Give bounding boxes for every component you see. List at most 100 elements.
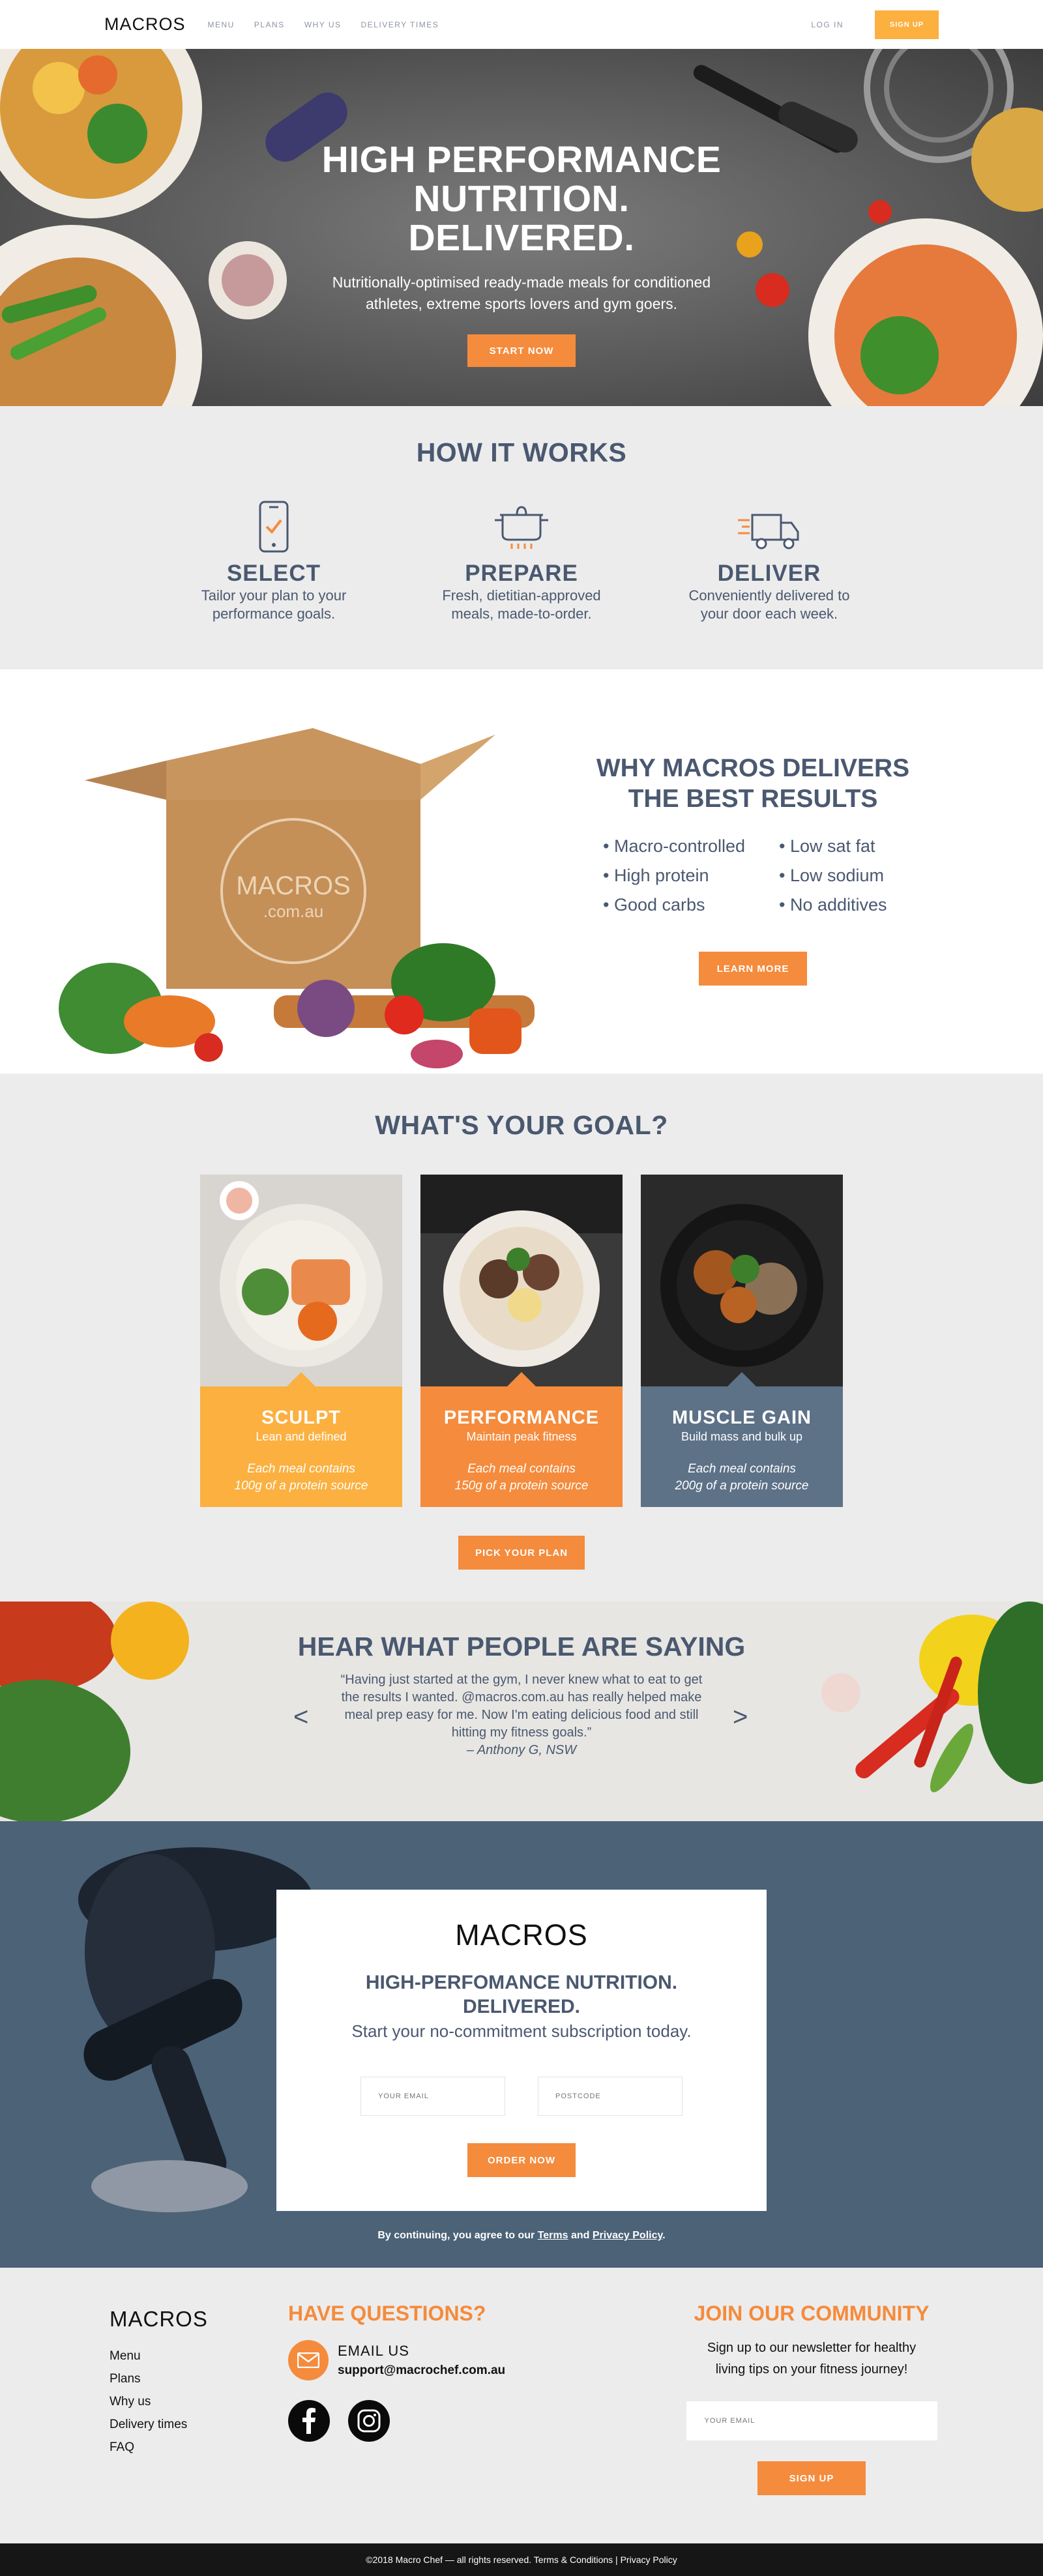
goal-card-title: SCULPT <box>261 1407 341 1428</box>
benefit-item: • No additives <box>779 895 887 915</box>
signup-button[interactable]: SIGN UP <box>875 10 939 39</box>
learn-more-button[interactable]: LEARN MORE <box>699 952 807 986</box>
step-select: SELECT Tailor your plan to your performan… <box>169 494 378 623</box>
terms-link[interactable]: Terms <box>538 2230 568 2241</box>
email-us-row[interactable]: EMAIL US support@macrochef.com.au <box>288 2340 505 2380</box>
step-desc: Conveniently delivered to your door each … <box>665 587 874 623</box>
goal-card-subtitle: Maintain peak fitness <box>466 1430 577 1443</box>
login-link[interactable]: LOG IN <box>811 20 844 29</box>
instagram-icon[interactable] <box>348 2400 390 2442</box>
step-title: SELECT <box>226 561 321 586</box>
hero-section: HIGH PERFORMANCE NUTRITION. DELIVERED. N… <box>0 49 1043 406</box>
step-desc-line: Conveniently delivered to <box>688 587 850 604</box>
benefit-label: Low sodium <box>789 866 885 885</box>
goal-card-desc-line: Each meal contains <box>688 1462 796 1476</box>
box-brand: MACROS <box>236 871 351 900</box>
email-input[interactable] <box>360 2077 505 2116</box>
footer-newsletter: JOIN OUR COMMUNITY Sign up to our newsle… <box>684 2302 939 2495</box>
footer-links: Menu Plans Why us Delivery times FAQ <box>110 2345 208 2459</box>
cta-subtitle: Start your no-commitment subscription to… <box>351 2021 692 2041</box>
footer-link-faq[interactable]: FAQ <box>110 2436 208 2459</box>
goal-card-desc-line: 150g of a protein source <box>454 1479 589 1493</box>
step-title: DELIVER <box>717 561 821 586</box>
phone-check-icon <box>169 494 378 553</box>
testimonial-section: HEAR WHAT PEOPLE ARE SAYING “Having just… <box>0 1602 1043 1821</box>
nav-link-plans[interactable]: PLANS <box>254 20 285 29</box>
nav-link-why-us[interactable]: WHY US <box>304 20 342 29</box>
why-macros-title: WHY MACROS DELIVERS THE BEST RESULTS <box>574 753 932 814</box>
hero-subtitle-line: Nutritionally-optimised ready-made meals… <box>332 274 711 291</box>
performance-meal-image <box>420 1175 623 1386</box>
goal-card-desc-line: Each meal contains <box>467 1462 576 1476</box>
step-desc-line: your door each week. <box>700 606 838 622</box>
benefit-item: • Low sodium <box>779 866 885 885</box>
step-desc-line: Tailor your plan to your <box>201 587 347 604</box>
why-macros-content: WHY MACROS DELIVERS THE BEST RESULTS • M… <box>574 753 932 986</box>
privacy-policy-link[interactable]: Privacy Policy <box>593 2230 662 2241</box>
goal-card-desc-line: Each meal contains <box>247 1462 355 1476</box>
facebook-icon[interactable] <box>288 2400 330 2442</box>
testimonial-quote: “Having just started at the gym, I never… <box>339 1671 704 1759</box>
performance-card-body: PERFORMANCE Maintain peak fitness Each m… <box>420 1372 623 1507</box>
how-it-works-steps: SELECT Tailor your plan to your performan… <box>0 494 1043 623</box>
start-now-button[interactable]: START NOW <box>467 334 576 367</box>
newsletter-description: Sign up to our newsletter for healthy liv… <box>684 2337 939 2380</box>
postcode-input[interactable] <box>538 2077 683 2116</box>
benefit-item: • Good carbs <box>603 895 705 915</box>
cooking-pot-icon <box>417 494 626 553</box>
chevron-left-icon[interactable]: < <box>293 1703 308 1732</box>
nav-actions: LOG IN SIGN UP <box>811 10 939 39</box>
subscription-card: MACROS HIGH-PERFOMANCE NUTRITION. DELIVER… <box>276 1890 767 2211</box>
order-now-button[interactable]: ORDER NOW <box>467 2143 576 2177</box>
hero-content: HIGH PERFORMANCE NUTRITION. DELIVERED. N… <box>0 140 1043 367</box>
nav-link-menu[interactable]: MENU <box>208 20 235 29</box>
nav-link-delivery-times[interactable]: DELIVERY TIMES <box>361 20 439 29</box>
social-links <box>288 2400 505 2442</box>
top-nav: MACROS MENU PLANS WHY US DELIVERY TIMES … <box>0 0 1043 49</box>
benefit-label: No additives <box>789 895 887 915</box>
step-desc: Tailor your plan to your performance goal… <box>169 587 378 623</box>
goal-card-muscle-gain[interactable]: MUSCLE GAIN Build mass and bulk up Each … <box>641 1175 843 1507</box>
benefit-label: Low sat fat <box>789 836 875 856</box>
site-logo[interactable]: MACROS <box>104 14 186 35</box>
newsletter-desc-line: Sign up to our newsletter for healthy <box>707 2341 917 2355</box>
macros-box-with-vegetables-image: MACROS .com.au <box>39 702 626 1074</box>
goal-card-sculpt[interactable]: SCULPT Lean and defined Each meal contai… <box>200 1175 402 1507</box>
step-desc-line: Fresh, dietitian-approved <box>442 587 601 604</box>
goal-card-performance[interactable]: PERFORMANCE Maintain peak fitness Each m… <box>420 1175 623 1507</box>
goal-card-title: PERFORMANCE <box>443 1407 600 1428</box>
goal-card-subtitle: Build mass and bulk up <box>681 1430 803 1443</box>
goal-card-title: MUSCLE GAIN <box>672 1407 812 1428</box>
why-macros-section: MACROS .com.au WHY MACROS DELIVERS THE B… <box>0 669 1043 1074</box>
newsletter-email-input[interactable] <box>686 2401 937 2440</box>
delivery-truck-icon <box>665 494 874 553</box>
benefit-item: • Low sat fat <box>779 836 875 856</box>
cta-title: HIGH-PERFOMANCE NUTRITION. DELIVERED. <box>276 1970 767 2019</box>
goal-section: WHAT'S YOUR GOAL? SCULPT Lean and define… <box>0 1074 1043 1602</box>
footer-link-delivery-times[interactable]: Delivery times <box>110 2413 208 2436</box>
footer-contact: HAVE QUESTIONS? EMAIL US support@macroch… <box>288 2302 505 2442</box>
footer-link-menu[interactable]: Menu <box>110 2345 208 2367</box>
step-desc-line: meals, made-to-order. <box>451 606 592 622</box>
hero-title-line: DELIVERED. <box>408 217 635 259</box>
support-email-link[interactable]: support@macrochef.com.au <box>338 2364 505 2378</box>
footer-logo[interactable]: MACROS <box>110 2307 208 2332</box>
benefit-item: • High protein <box>603 866 709 885</box>
testimonial-quote-text: “Having just started at the gym, I never… <box>340 1673 703 1740</box>
chevron-right-icon[interactable]: > <box>733 1703 748 1732</box>
why-title-line: WHY MACROS DELIVERS <box>596 754 910 782</box>
sculpt-meal-image <box>200 1175 402 1386</box>
subscription-cta-section: MACROS HIGH-PERFOMANCE NUTRITION. DELIVER… <box>0 1821 1043 2268</box>
step-prepare: PREPARE Fresh, dietitian-approved meals, … <box>417 494 626 623</box>
sculpt-card-body: SCULPT Lean and defined Each meal contai… <box>200 1372 402 1507</box>
benefit-label: Good carbs <box>613 895 705 915</box>
newsletter-signup-button[interactable]: SIGN UP <box>757 2461 866 2495</box>
step-desc-line: performance goals. <box>212 606 336 622</box>
footer-link-why-us[interactable]: Why us <box>110 2390 208 2413</box>
pick-your-plan-button[interactable]: PICK YOUR PLAN <box>458 1536 585 1570</box>
footer-link-plans[interactable]: Plans <box>110 2367 208 2390</box>
goal-card-desc-line: 100g of a protein source <box>234 1479 368 1493</box>
terms-prefix: By continuing, you agree to our <box>377 2230 538 2241</box>
muscle-gain-card-body: MUSCLE GAIN Build mass and bulk up Each … <box>641 1372 843 1507</box>
hero-subtitle-line: athletes, extreme sports lovers and gym … <box>365 295 678 312</box>
